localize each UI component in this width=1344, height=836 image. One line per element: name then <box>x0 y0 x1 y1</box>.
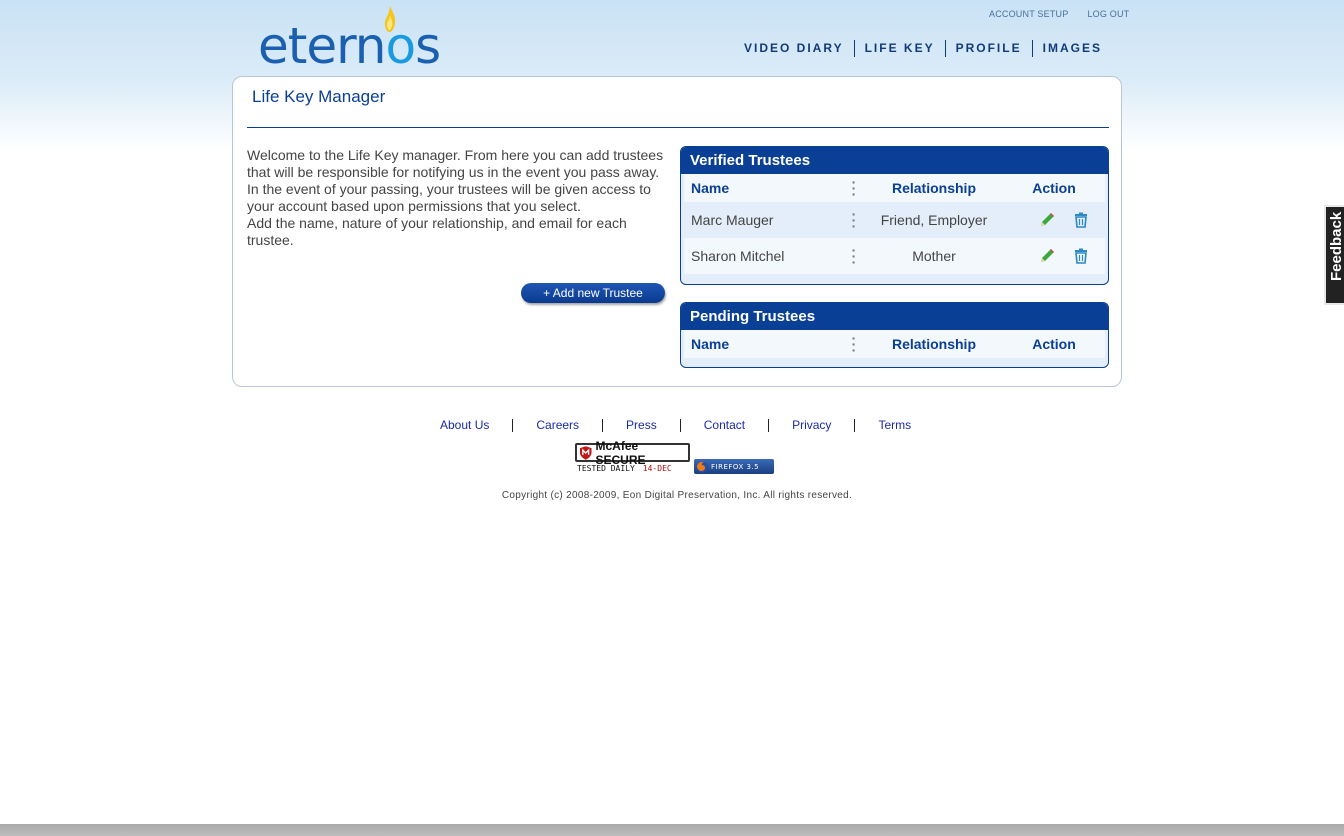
table-header-row: Name · · · Relationship Action <box>684 330 1105 358</box>
mcafee-label: McAfee SECURE <box>595 438 646 467</box>
trustee-name: Marc Mauger <box>691 212 774 228</box>
edit-pencil-icon[interactable] <box>1039 248 1055 264</box>
header-relationship: Relationship <box>891 336 976 352</box>
header-name: Name <box>691 336 730 352</box>
intro-paragraph-1: Welcome to the Life Key manager. From he… <box>247 147 664 180</box>
delete-trash-icon[interactable] <box>1073 248 1089 264</box>
column-separator: · · · <box>851 206 857 234</box>
header-name: Name <box>691 180 730 196</box>
verified-trustees-box: Verified Trustees Name · · · Relationship … <box>680 146 1109 285</box>
logo-text-post: s <box>415 17 441 75</box>
firefox-icon <box>696 461 708 472</box>
logo-text-pre: etern <box>258 17 386 75</box>
intro-paragraph-3: Add the name, nature of your relationshi… <box>247 215 627 248</box>
row-actions <box>1039 212 1089 228</box>
column-separator: · · · <box>851 330 857 358</box>
footer-divider <box>854 418 856 432</box>
feedback-tab[interactable]: Feedback <box>1324 205 1344 305</box>
firefox-label: FIREFOX 3.5 <box>711 462 760 471</box>
verified-trustees-title: Verified Trustees <box>681 147 1108 174</box>
footer-links: About Us Careers Press Contact Privacy T… <box>432 418 919 432</box>
footer-link-privacy[interactable]: Privacy <box>784 418 839 432</box>
window-bottom-bar <box>0 824 1344 836</box>
delete-trash-icon[interactable] <box>1073 212 1089 228</box>
footer-link-careers[interactable]: Careers <box>528 418 587 432</box>
footer-divider <box>768 418 770 432</box>
add-trustee-button[interactable]: + Add new Trustee <box>521 283 665 303</box>
table-row: Sharon Mitchel · · · Mother <box>684 238 1105 274</box>
title-divider <box>247 127 1109 128</box>
intro-paragraph-2: In the event of your passing, your trust… <box>247 181 651 214</box>
column-separator: · · · <box>851 174 857 202</box>
footer-link-about[interactable]: About Us <box>432 418 497 432</box>
account-links: ACCOUNT SETUP LOG OUT <box>989 9 1129 19</box>
column-separator: · · · <box>851 242 857 270</box>
footer-divider <box>512 418 514 432</box>
footer-divider <box>679 418 681 432</box>
header-relationship: Relationship <box>891 180 976 196</box>
table-header-row: Name · · · Relationship Action <box>684 174 1105 202</box>
main-nav: VIDEO DIARY LIFE KEY PROFILE IMAGES <box>734 40 1112 57</box>
footer-link-terms[interactable]: Terms <box>870 418 919 432</box>
mcafee-shield-icon <box>579 445 592 460</box>
nav-video-diary[interactable]: VIDEO DIARY <box>734 40 854 57</box>
row-actions <box>1039 248 1089 264</box>
pending-trustees-box: Pending Trustees Name · · · Relationship A… <box>680 302 1109 368</box>
page-title: Life Key Manager <box>252 87 386 106</box>
feedback-label: Feedback <box>1328 211 1344 281</box>
mcafee-date: 14-DEC <box>642 464 672 473</box>
table-row: Marc Mauger · · · Friend, Employer <box>684 202 1105 238</box>
account-setup-link[interactable]: ACCOUNT SETUP <box>989 9 1068 19</box>
trustee-relationship: Friend, Employer <box>880 212 988 228</box>
intro-text: Welcome to the Life Key manager. From he… <box>247 147 667 249</box>
header-action: Action <box>1032 180 1076 196</box>
nav-images[interactable]: IMAGES <box>1033 40 1112 57</box>
edit-pencil-icon[interactable] <box>1039 212 1055 228</box>
nav-life-key[interactable]: LIFE KEY <box>855 40 945 57</box>
pending-trustees-title: Pending Trustees <box>681 303 1108 330</box>
footer-link-contact[interactable]: Contact <box>696 418 753 432</box>
mcafee-tested-label: TESTED DAILY <box>577 464 635 473</box>
trustee-name: Sharon Mitchel <box>691 248 785 264</box>
log-out-link[interactable]: LOG OUT <box>1087 9 1129 19</box>
firefox-badge[interactable]: FIREFOX 3.5 <box>694 459 774 474</box>
mcafee-badge-box: McAfee SECURE <box>575 439 690 467</box>
trustee-relationship: Mother <box>912 248 956 264</box>
header-action: Action <box>1032 336 1076 352</box>
copyright-text: Copyright (c) 2008-2009, Eon Digital Pre… <box>501 490 853 501</box>
nav-profile[interactable]: PROFILE <box>946 40 1032 57</box>
life-key-panel: Life Key Manager Welcome to the Life Key… <box>232 76 1122 387</box>
footer-link-press[interactable]: Press <box>618 418 665 432</box>
flame-icon <box>385 6 396 32</box>
mcafee-secure-badge[interactable]: McAfee SECURE TESTED DAILY 14-DEC <box>575 439 690 477</box>
eternos-logo[interactable]: eternos <box>258 17 441 75</box>
footer-divider <box>602 418 604 432</box>
